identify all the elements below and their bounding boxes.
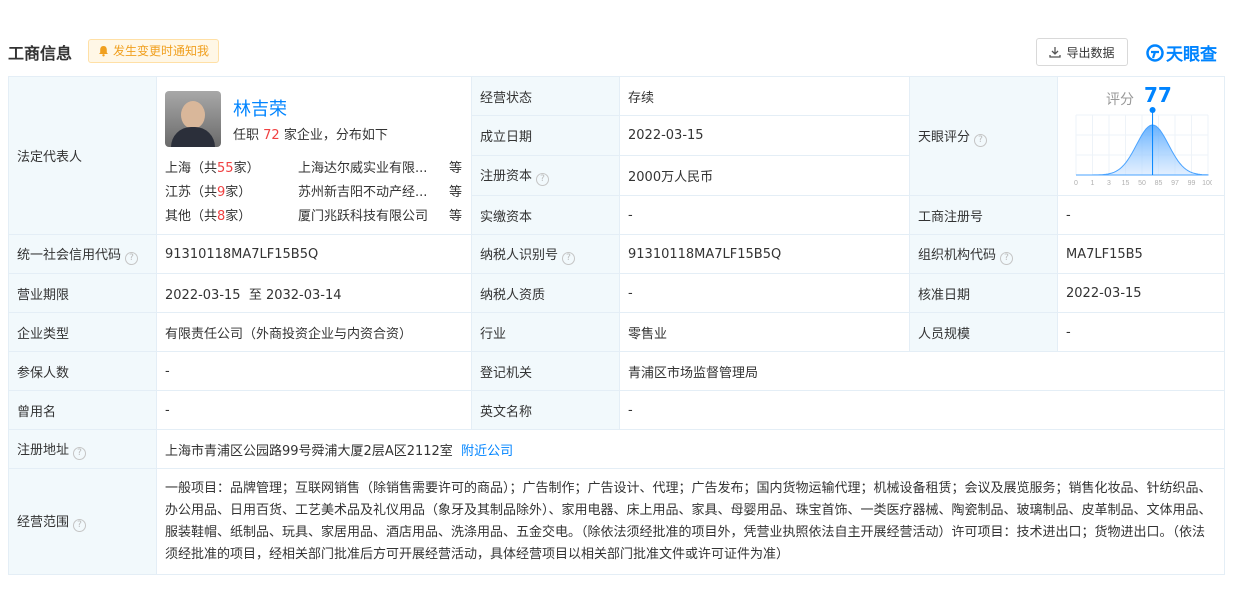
type-value: 有限责任公司（外商投资企业与内资合资） — [156, 312, 472, 352]
term-value: 2022-03-15 至 2032-03-14 — [156, 273, 472, 313]
org-value: MA7LF15B5 — [1057, 234, 1225, 274]
capital-label-cell: 注册资本? — [471, 154, 620, 197]
avatar[interactable] — [165, 90, 221, 147]
credit-value: 91310118MA7LF15B5Q — [156, 234, 472, 274]
legal-rep-name[interactable]: 林吉荣 — [233, 95, 287, 121]
jobs-count[interactable]: 72 — [263, 128, 280, 143]
credit-label-cell: 统一社会信用代码? — [8, 234, 157, 274]
business-info-table: 法定代表人 林吉荣 任职 72 家企业，分布如下 上海（共55家） 上海达尔威实… — [8, 75, 1225, 575]
export-data-button[interactable]: 导出数据 — [1036, 38, 1128, 66]
region-row: 上海（共55家） 上海达尔威实业有限... 等 — [165, 157, 465, 177]
taxid-label-cell: 纳税人识别号? — [471, 234, 620, 274]
capital-value: 2000万人民币 — [619, 154, 910, 197]
notify-change-button[interactable]: 发生变更时通知我 — [88, 39, 220, 63]
en-value: - — [619, 390, 1225, 430]
help-icon[interactable]: ? — [125, 251, 139, 265]
taxq-value: - — [619, 273, 910, 313]
former-value: - — [156, 390, 472, 430]
help-icon[interactable]: ? — [73, 446, 87, 460]
bell-icon — [99, 46, 108, 57]
help-icon[interactable]: ? — [73, 519, 87, 532]
region-company[interactable]: 上海达尔威实业有限... — [298, 157, 438, 176]
addr-label-cell: 注册地址? — [8, 429, 157, 469]
score-tick-label: 0 — [1074, 180, 1078, 187]
industry-value: 零售业 — [619, 312, 910, 352]
authority-label: 登记机关 — [471, 351, 620, 391]
legal-rep-jobs: 任职 72 家企业，分布如下 — [233, 127, 388, 143]
regno-value: - — [1057, 195, 1225, 235]
paid-label: 实缴资本 — [471, 195, 620, 235]
status-value: 存续 — [619, 75, 910, 117]
section-title: 工商信息 — [8, 44, 73, 63]
org-label-cell: 组织机构代码? — [909, 234, 1058, 274]
brand-icon — [1146, 43, 1164, 62]
legal-rep-cell: 林吉荣 任职 72 家企业，分布如下 上海（共55家） 上海达尔威实业有限...… — [156, 76, 472, 235]
scope-value: 一般项目：品牌管理；互联网销售（除销售需要许可的商品）；广告制作；广告设计、代理… — [156, 468, 1225, 575]
help-icon[interactable]: ? — [536, 172, 550, 186]
term-label: 营业期限 — [8, 273, 157, 313]
approve-value: 2022-03-15 — [1057, 273, 1225, 313]
score-label-cell: 天眼评分? — [909, 76, 1058, 196]
score-marker-dot — [1149, 107, 1156, 113]
score-value[interactable]: 77 — [1144, 83, 1172, 107]
approve-label: 核准日期 — [909, 273, 1058, 313]
region-row: 其他（共8家） 厦门兆跃科技有限公司 等 — [165, 205, 465, 225]
legal-rep-label: 法定代表人 — [8, 76, 157, 235]
section-header: 工商信息 发生变更时通知我 导出数据 天眼查 — [0, 36, 1233, 66]
export-label: 导出数据 — [1066, 45, 1115, 60]
addr-value: 上海市青浦区公园路99号舜浦大厦2层A区2112室 — [165, 443, 453, 459]
taxid-value: 91310118MA7LF15B5Q — [619, 234, 910, 274]
score-tick-label: 100 — [1202, 180, 1212, 187]
en-label: 英文名称 — [471, 390, 620, 430]
score-distribution-chart: 0 1 3 15 50 85 97 99 100 — [1074, 107, 1212, 187]
score-tick-label: 15 — [1122, 180, 1130, 187]
found-label: 成立日期 — [471, 115, 620, 156]
taxq-label: 纳税人资质 — [471, 273, 620, 313]
nearby-companies-link[interactable]: 附近公司 — [461, 444, 513, 459]
region-row: 江苏（共9家） 苏州新吉阳不动产经... 等 — [165, 181, 465, 201]
former-label: 曾用名 — [8, 390, 157, 430]
tianyancha-logo: 天眼查 — [1146, 40, 1217, 65]
score-tick-label: 1 — [1091, 180, 1095, 187]
industry-label: 行业 — [471, 312, 620, 352]
help-icon[interactable]: ? — [974, 133, 988, 147]
score-cell: 评分 77 0 1 3 15 50 85 97 99 100 — [1057, 76, 1225, 196]
found-value: 2022-03-15 — [619, 115, 910, 156]
type-label: 企业类型 — [8, 312, 157, 352]
help-icon[interactable]: ? — [1000, 251, 1014, 265]
authority-value: 青浦区市场监督管理局 — [619, 351, 1225, 391]
insured-value: - — [156, 351, 472, 391]
insured-label: 参保人数 — [8, 351, 157, 391]
score-tick-label: 97 — [1171, 180, 1179, 187]
score-tick-label: 99 — [1188, 180, 1196, 187]
scope-label-cell: 经营范围? — [8, 468, 157, 575]
score-tick-label: 3 — [1107, 180, 1111, 187]
region-company[interactable]: 厦门兆跃科技有限公司 — [298, 205, 438, 224]
regno-label: 工商注册号 — [909, 195, 1058, 235]
addr-cell: 上海市青浦区公园路99号舜浦大厦2层A区2112室 附近公司 — [156, 429, 1225, 469]
region-company[interactable]: 苏州新吉阳不动产经... — [298, 181, 438, 200]
brand-name: 天眼查 — [1166, 45, 1217, 65]
status-label: 经营状态 — [471, 75, 620, 117]
staff-label: 人员规模 — [909, 312, 1058, 352]
help-icon[interactable]: ? — [562, 251, 576, 265]
paid-value: - — [619, 195, 910, 235]
score-tick-label: 85 — [1155, 180, 1163, 187]
download-icon — [1049, 47, 1062, 58]
score-tick-label: 50 — [1138, 180, 1146, 187]
notify-label: 发生变更时通知我 — [113, 44, 210, 58]
staff-value: - — [1057, 312, 1225, 352]
